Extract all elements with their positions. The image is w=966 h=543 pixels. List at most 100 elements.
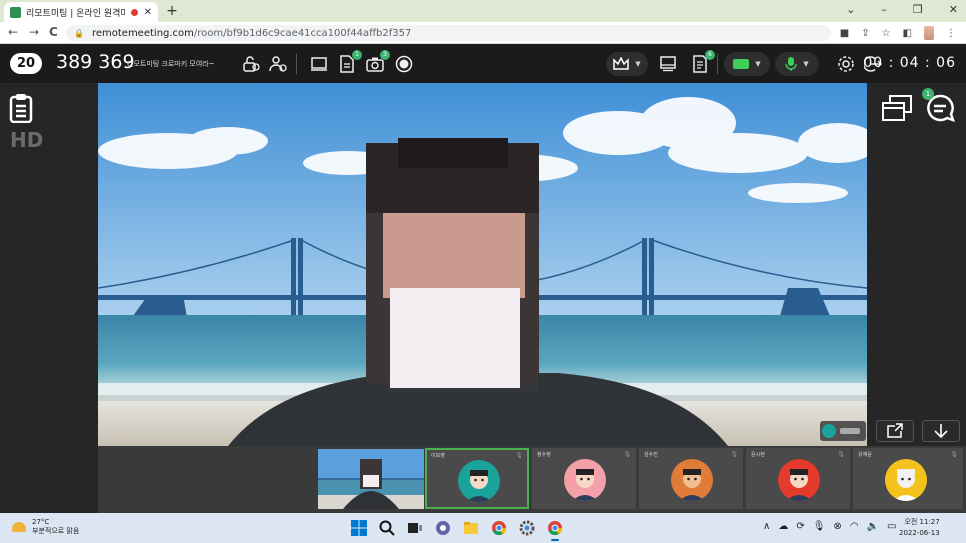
share-icon[interactable]: ⇪ <box>861 28 869 39</box>
clock-time: 오전 11:27 <box>904 518 940 526</box>
participant-avatar <box>671 459 713 501</box>
weather-description: 부분적으로 맑음 <box>32 527 80 535</box>
back-button[interactable]: ← <box>8 25 18 39</box>
meeting-timer: 00 : 04 : 06 <box>863 55 956 71</box>
popout-button[interactable] <box>876 420 914 442</box>
chevron-down-icon: ▼ <box>803 60 809 68</box>
arrow-down-icon <box>934 424 948 439</box>
browser-tab[interactable]: 리모트미팅 | 온라인 원격미 ✕ <box>4 2 158 22</box>
settings-app-icon[interactable] <box>518 519 536 537</box>
speaker-video-frame <box>98 83 867 446</box>
minimize-button[interactable]: – <box>881 3 887 16</box>
tab-close-icon[interactable]: ✕ <box>144 7 152 18</box>
clipboard-icon[interactable] <box>9 93 33 124</box>
wifi-icon[interactable]: ◠ <box>850 521 859 532</box>
mic-status-icon: 🎙 <box>623 451 631 458</box>
sync-icon[interactable]: ⟳ <box>796 521 804 532</box>
reload-button[interactable]: C <box>49 25 58 39</box>
participant-avatar <box>458 460 500 502</box>
participant-name: 정수정 <box>537 452 551 458</box>
clock-date: 2022-06-13 <box>899 529 940 537</box>
participant-tile[interactable]: 김수진 🎙 <box>639 448 743 509</box>
host-menu-button[interactable]: ▼ <box>606 52 648 76</box>
collapse-strip-button[interactable] <box>922 420 960 442</box>
chrome-icon[interactable] <box>490 519 508 537</box>
profile-avatar[interactable] <box>924 26 934 40</box>
lock-icon: 🔒 <box>74 28 84 38</box>
shared-files-icon[interactable]: 6 <box>689 50 715 75</box>
document-share-icon[interactable]: 1 <box>336 50 362 75</box>
browser-toolbar-icons: ■ ⇪ ☆ ◧ ⋮ <box>840 26 956 40</box>
participant-count-badge[interactable]: 20 <box>10 53 42 74</box>
avatar-face-icon <box>786 469 812 501</box>
camera-toggle-button[interactable]: ▼ <box>724 52 770 76</box>
window-layout-icon[interactable] <box>881 93 913 123</box>
avatar-face-icon <box>572 469 598 501</box>
chevron-down-icon: ▼ <box>755 60 761 68</box>
taskbar-apps <box>350 519 564 541</box>
browser-menu-icon[interactable]: ⋮ <box>946 28 956 39</box>
speaker-avatar <box>822 424 836 438</box>
participant-tile[interactable]: 윤시현 🎙 <box>746 448 850 509</box>
windows-taskbar: 27°C 부분적으로 맑음 ∧ ☁ ⟳ 🎙 ⊗ ◠ 🔈 ▭ 오전 11:27 2… <box>0 513 966 543</box>
restore-button[interactable]: ❐ <box>913 3 923 16</box>
close-circle-icon[interactable]: ⊗ <box>833 521 841 532</box>
screen-capture-icon[interactable]: 3 <box>364 50 390 75</box>
chat-app-icon[interactable] <box>434 519 452 537</box>
windows-start-icon[interactable] <box>350 519 368 537</box>
window-controls: ⌄ – ❐ ✕ <box>846 3 958 16</box>
side-panel-icon[interactable]: ◧ <box>903 28 912 39</box>
current-speaker-tag <box>820 421 866 441</box>
layout-icon[interactable] <box>657 53 679 75</box>
forward-button[interactable]: → <box>29 25 39 39</box>
settings-gear-icon[interactable] <box>835 53 857 75</box>
participant-tile[interactable]: 유재윤 🎙 <box>853 448 963 509</box>
speaker-name-blurred <box>840 428 860 434</box>
new-tab-button[interactable]: + <box>164 3 180 19</box>
hd-quality-label[interactable]: HD <box>10 128 43 152</box>
bookmark-star-icon[interactable]: ☆ <box>882 28 891 39</box>
participant-avatar <box>778 459 820 501</box>
left-panel: HD <box>0 83 98 513</box>
local-video-thumbnail[interactable] <box>318 449 424 509</box>
search-icon[interactable] <box>378 519 396 537</box>
participant-avatar <box>564 459 606 501</box>
room-name: 리모트미팅 크로마키 모여라~ <box>127 60 215 68</box>
url-input[interactable]: 🔒 remotemeeting.com/room/bf9b1d6c9cae41c… <box>66 25 831 41</box>
camera-icon <box>733 59 750 69</box>
participant-tile[interactable]: 정수정 🎙 <box>532 448 636 509</box>
task-view-icon[interactable] <box>406 519 424 537</box>
toolbar-divider-2 <box>717 54 718 74</box>
toolbar-divider <box>296 54 297 74</box>
mic-in-use-icon[interactable]: 🎙 <box>813 521 826 532</box>
chevron-up-icon[interactable]: ∧ <box>763 521 770 532</box>
mic-toggle-button[interactable]: ▼ <box>775 52 819 76</box>
record-icon[interactable] <box>393 53 415 75</box>
weather-widget[interactable]: 27°C 부분적으로 맑음 <box>12 518 79 536</box>
room-number: 389 369 <box>56 51 135 73</box>
close-window-button[interactable]: ✕ <box>949 3 958 16</box>
camera-in-use-icon[interactable]: ■ <box>840 28 849 39</box>
file-explorer-icon[interactable] <box>462 519 480 537</box>
chrome-active-icon[interactable] <box>546 519 564 541</box>
screen-share-icon[interactable] <box>308 53 330 75</box>
participant-name: 김수진 <box>644 452 658 458</box>
participant-avatar <box>885 459 927 501</box>
weather-temperature: 27°C <box>32 518 50 526</box>
lock-room-icon[interactable] <box>240 53 262 75</box>
tab-title: 리모트미팅 | 온라인 원격미 <box>26 8 125 19</box>
participant-name: 윤시현 <box>751 452 765 458</box>
participant-tile[interactable]: 이보영 🎙 <box>425 448 529 509</box>
tab-search-button[interactable]: ⌄ <box>846 3 855 16</box>
avatar-face-icon <box>679 469 705 501</box>
system-tray: ∧ ☁ ⟳ 🎙 ⊗ ◠ 🔈 ▭ <box>763 521 896 532</box>
host-settings-icon[interactable] <box>267 53 289 75</box>
share-count-badge: 6 <box>705 50 715 60</box>
battery-icon[interactable]: ▭ <box>887 521 896 532</box>
main-video[interactable] <box>98 83 867 446</box>
document-count-badge: 1 <box>352 50 362 60</box>
url-path: /room/bf9b1d6c9cae41cca100f44affb2f357 <box>193 27 412 39</box>
onedrive-icon[interactable]: ☁ <box>778 521 788 532</box>
system-clock[interactable]: 오전 11:27 2022-06-13 <box>899 517 940 539</box>
volume-icon[interactable]: 🔈 <box>867 521 879 532</box>
